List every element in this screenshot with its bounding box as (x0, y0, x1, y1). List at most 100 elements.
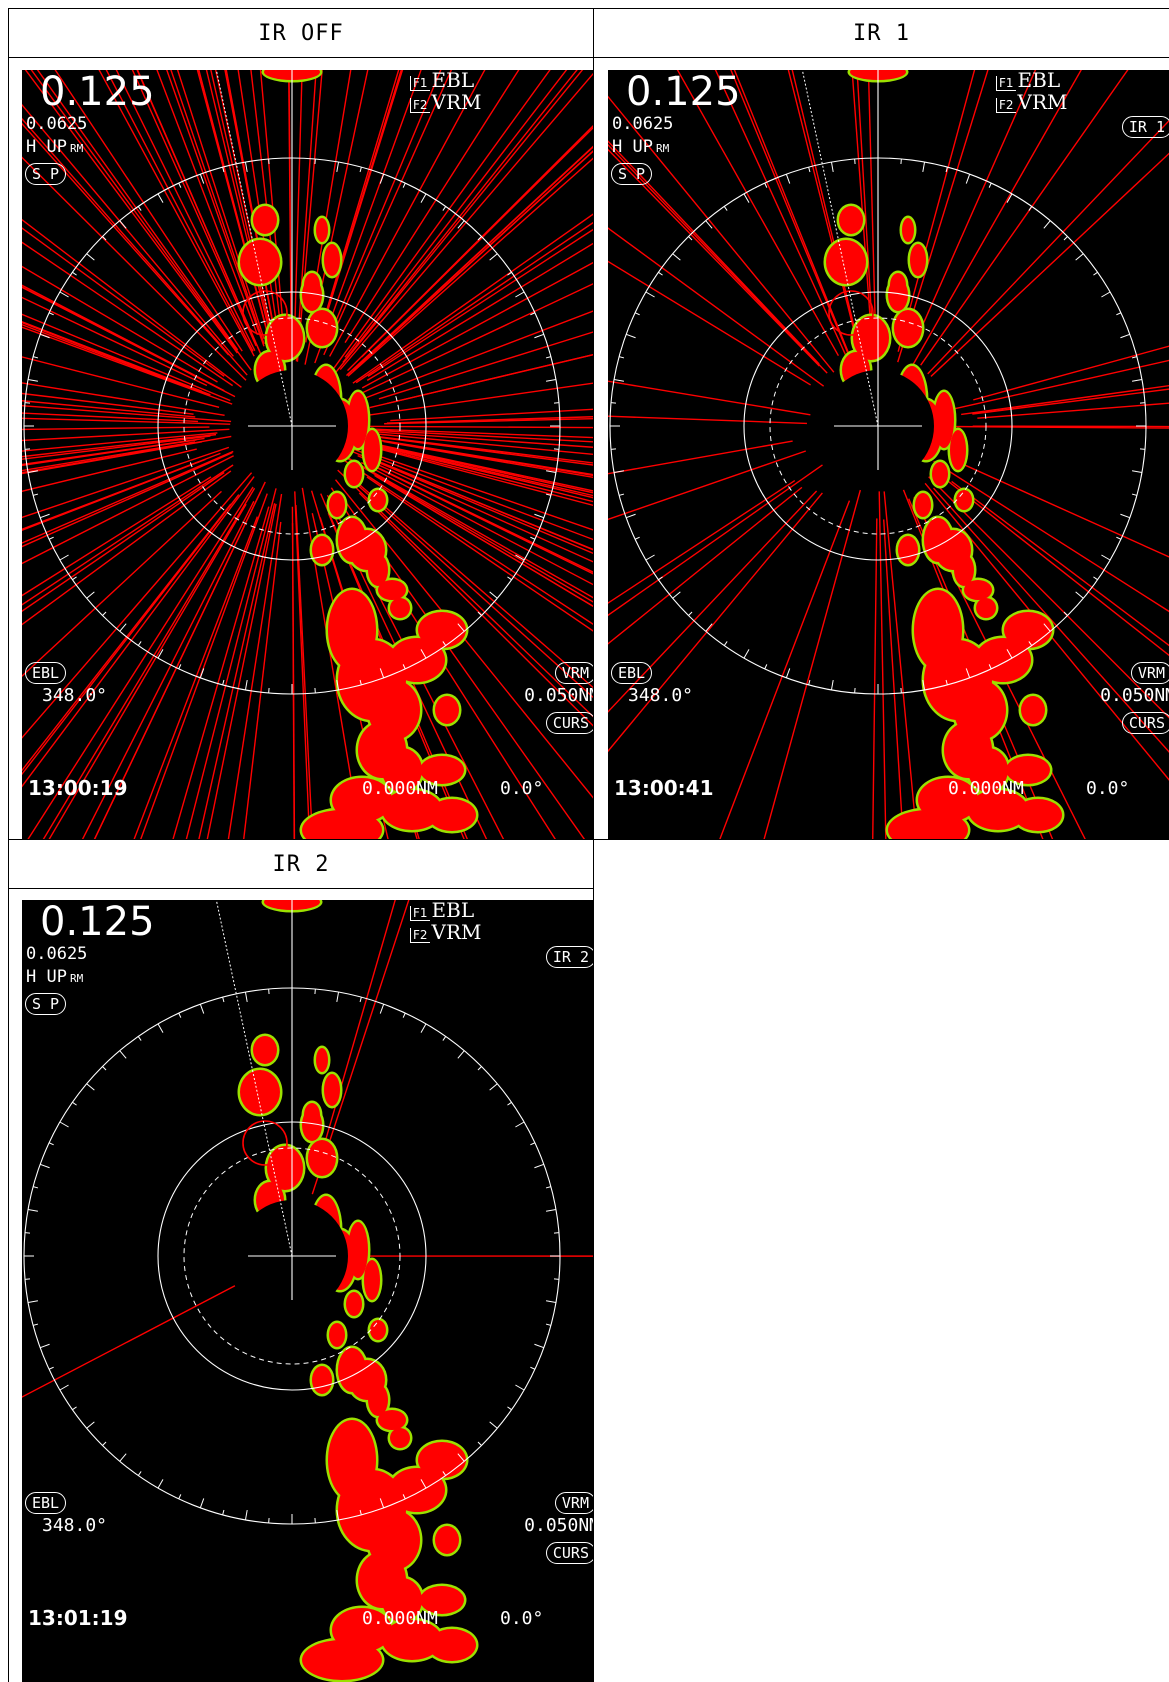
f2-vrm-key[interactable]: F2 VRM (410, 922, 482, 943)
ebl-button[interactable]: EBL (25, 662, 67, 684)
bearing-tick (515, 1384, 525, 1391)
echo-target (346, 462, 362, 486)
bearing-tick (379, 1003, 385, 1014)
motion-mode: RM (69, 972, 84, 985)
vrm-button[interactable]: VRM (1130, 662, 1169, 684)
bearing-tick (489, 1421, 498, 1429)
echo-target (312, 1366, 332, 1394)
echo-target (348, 392, 368, 448)
range-scale[interactable]: 0.125 (40, 902, 155, 942)
bearing-tick (1120, 333, 1131, 339)
f2-vrm-key[interactable]: F2 VRM (410, 90, 482, 114)
bearing-tick (1120, 513, 1131, 519)
sp-button[interactable]: S P (25, 163, 67, 185)
f1-ebl-key[interactable]: F1 EBL (996, 70, 1060, 91)
bearing-tick (723, 641, 728, 646)
f1-ebl-key[interactable]: F1 EBL (410, 70, 475, 92)
interference-spoke (206, 503, 277, 839)
bearing-tick (534, 513, 545, 519)
bearing-tick (119, 1050, 127, 1059)
f1-key-box: F1 (410, 76, 430, 91)
bearing-tick (1063, 236, 1068, 241)
interference-spoke (22, 412, 199, 423)
bearing-tick (743, 649, 750, 659)
echo-target (253, 1036, 277, 1064)
bearing-tick (420, 1023, 427, 1033)
ebl-button[interactable]: EBL (611, 662, 653, 684)
bearing-tick (359, 167, 362, 173)
bearing-tick (830, 161, 834, 173)
echo-target (418, 612, 466, 648)
bearing-tick (178, 182, 182, 188)
interference-spoke (384, 417, 593, 425)
bearing-tick (619, 356, 625, 359)
bearing-tick (658, 271, 663, 276)
echo-target (1021, 696, 1045, 724)
bearing-tick (102, 1441, 107, 1446)
bearing-tick (199, 1498, 205, 1509)
range-scale[interactable]: 0.125 (40, 72, 155, 112)
bearing-tick (545, 1186, 551, 1189)
echo-target (308, 1140, 336, 1176)
echo-target (932, 462, 948, 486)
radar-display (22, 900, 593, 1682)
bearing-tick (86, 253, 95, 261)
interference-spoke (946, 425, 1169, 429)
sp-button[interactable]: S P (25, 993, 67, 1015)
bearing-tick (785, 668, 791, 679)
bearing-tick (489, 591, 498, 599)
bearing-tick (137, 641, 142, 646)
panel-ir-off: 0.125 0.0625 H UP RM S P F1 EBL F2 VRM EBL … (8, 57, 594, 840)
bearing-tick (178, 1012, 182, 1018)
bearing-tick (27, 1300, 39, 1304)
clock: 13:00:19 (28, 776, 128, 800)
bearing-tick (86, 591, 95, 599)
vrm-value: 0.050NM (524, 1515, 594, 1536)
ir-badge[interactable]: IR 2 (545, 946, 593, 968)
panel-header-ir-2: IR 2 (8, 839, 594, 889)
echo-target (902, 218, 914, 242)
orientation-mode[interactable]: H UP RM (26, 969, 83, 986)
interference-spoke (390, 408, 593, 422)
bearing-tick (137, 1471, 142, 1476)
f1-ebl-key[interactable]: F1 EBL (410, 900, 474, 921)
clock: 13:00:41 (614, 776, 714, 800)
orientation-mode[interactable]: H UP RM (26, 139, 83, 156)
curs-button[interactable]: CURS (545, 712, 593, 734)
f2-key-box: F2 (410, 98, 430, 113)
bearing-tick (33, 1323, 39, 1326)
radar-display (22, 70, 593, 839)
f2-key-box: F2 (996, 98, 1016, 113)
bearing-tick (442, 206, 447, 211)
ir-badge[interactable]: IR 1 (1121, 116, 1169, 138)
echo-target (378, 580, 406, 600)
comparison-table: IR OFF 0.125 0.0625 H UP RM S P F1 EBL F2 V… (0, 0, 1169, 1682)
echo-target (364, 430, 380, 470)
echo-target (370, 1320, 386, 1340)
ring-interval: 0.0625 (26, 114, 88, 134)
sp-button[interactable]: S P (611, 163, 653, 185)
range-scale[interactable]: 0.125 (626, 72, 741, 112)
f2-vrm-key[interactable]: F2 VRM (996, 92, 1068, 113)
bearing-tick (137, 206, 142, 211)
echo-target (312, 536, 332, 564)
ebl-button[interactable]: EBL (25, 1492, 67, 1514)
orientation-mode[interactable]: H UP RM (612, 139, 669, 156)
ebl-value: 348.0° (628, 685, 694, 706)
curs-button[interactable]: CURS (545, 1542, 593, 1564)
echo-target (894, 310, 922, 346)
f1-key-label: EBL (431, 70, 475, 92)
vrm-button[interactable]: VRM (554, 662, 593, 684)
bearing-tick (965, 173, 971, 184)
target-marker (242, 1120, 288, 1166)
echo-target (964, 580, 992, 600)
vrm-button[interactable]: VRM (554, 1492, 593, 1514)
bearing-tick (625, 513, 636, 519)
bearing-tick (59, 1384, 69, 1391)
bearing-tick (27, 1208, 39, 1212)
curs-button[interactable]: CURS (1121, 712, 1169, 734)
interference-spoke (311, 900, 410, 1195)
clock: 13:01:19 (28, 1606, 128, 1630)
f2-key-label: VRM (431, 90, 482, 114)
bearing-tick (808, 167, 811, 173)
